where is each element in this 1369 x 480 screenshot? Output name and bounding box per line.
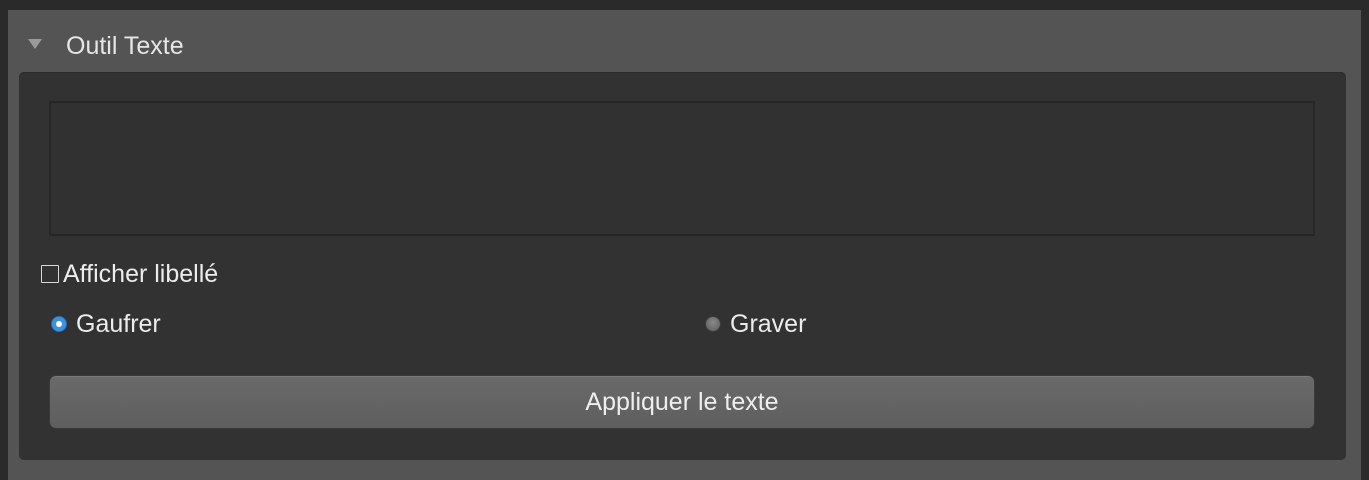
radio-option-graver[interactable]: Graver [705,309,806,339]
text-input[interactable] [49,101,1315,236]
show-label-checkbox-label[interactable]: Afficher libellé [63,260,218,289]
show-label-checkbox-row[interactable]: Afficher libellé [41,259,218,289]
show-label-checkbox[interactable] [41,265,59,283]
radio-gaufrer-label[interactable]: Gaufrer [76,310,161,339]
disclosure-triangle-icon[interactable] [28,39,42,49]
radio-gaufrer-selected[interactable] [51,316,67,332]
radio-graver-unselected[interactable] [705,316,721,332]
panel-content: Afficher libellé Gaufrer Graver Applique… [19,72,1346,460]
radio-graver-label[interactable]: Graver [730,310,806,339]
panel-title: Outil Texte [66,32,184,60]
radio-option-gaufrer[interactable]: Gaufrer [51,309,161,339]
text-tool-panel: Outil Texte Afficher libellé Gaufrer Gra… [8,10,1361,480]
apply-text-button[interactable]: Appliquer le texte [49,375,1315,429]
panel-header[interactable]: Outil Texte [8,10,1361,72]
